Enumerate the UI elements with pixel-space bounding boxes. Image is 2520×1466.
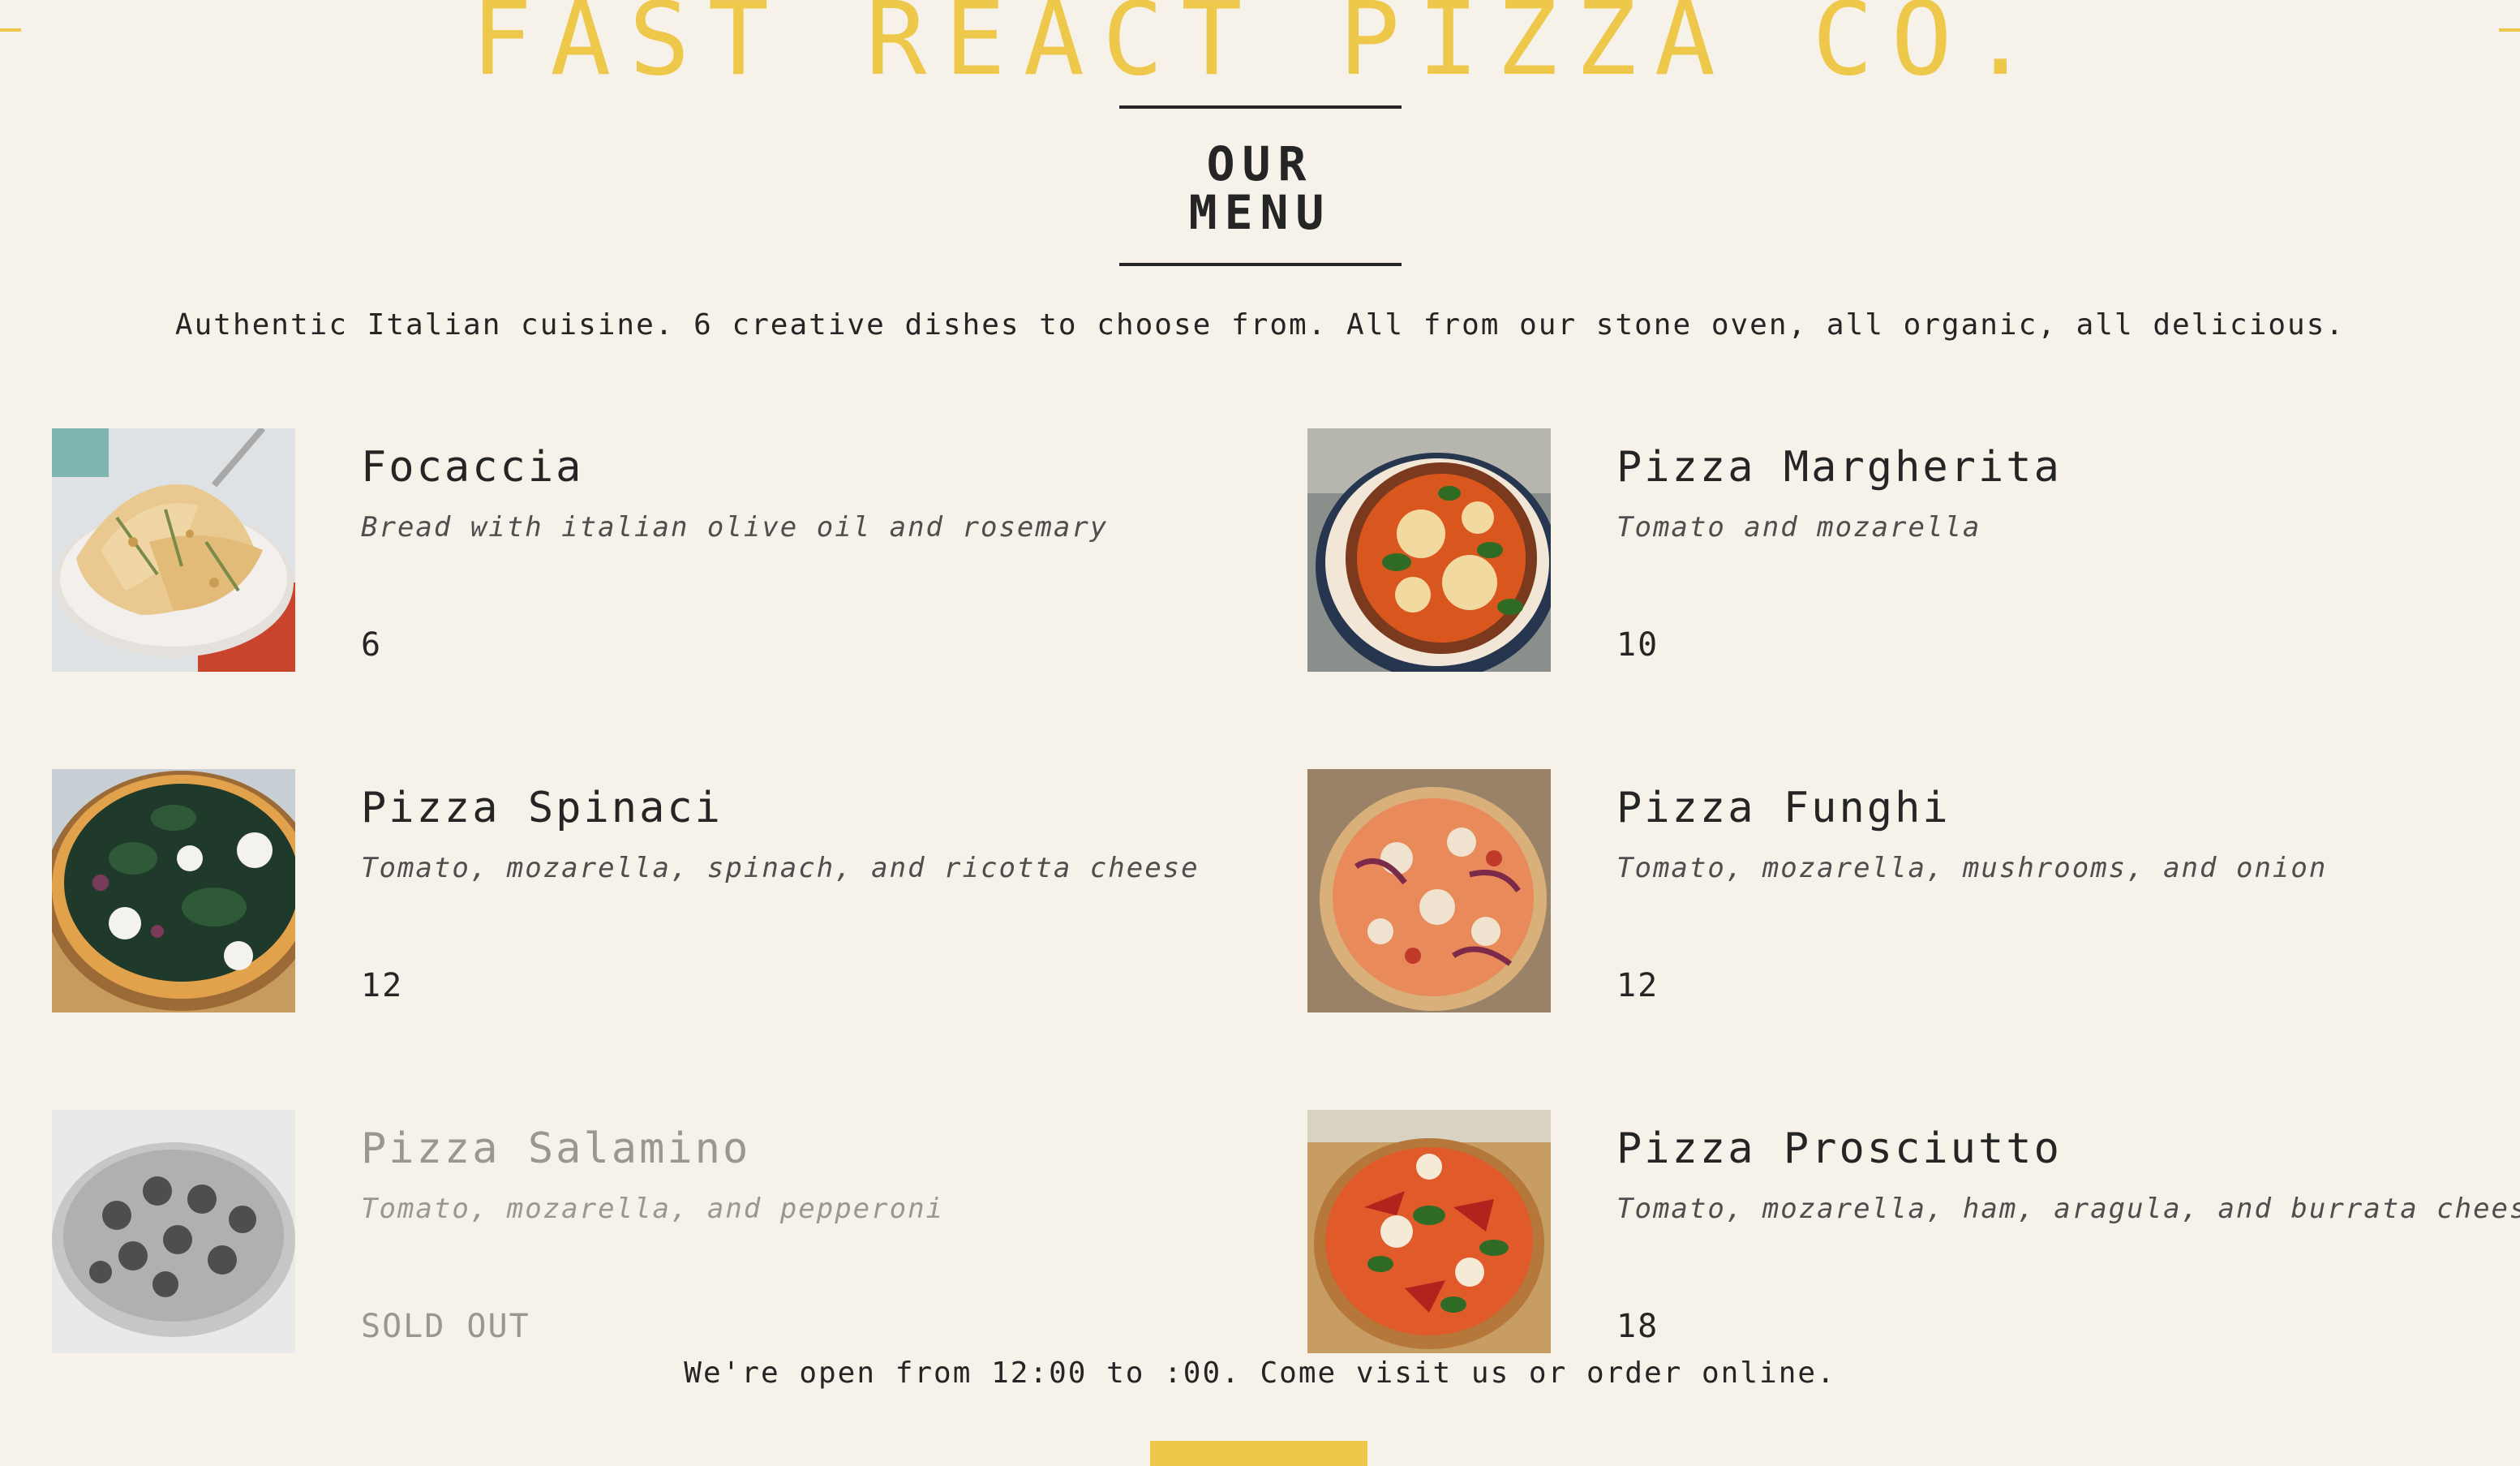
pizza-item: Focaccia Bread with italian olive oil an…	[52, 428, 1307, 673]
funghi-photo	[1307, 769, 1551, 1012]
pizza-ingredients: Tomato, mozarella, spinach, and ricotta …	[361, 852, 1200, 884]
pizza-name: Focaccia	[361, 443, 584, 492]
pizza-ingredients: Tomato, mozarella, mushrooms, and onion	[1616, 852, 2328, 884]
menu-title: OUR MENU	[1118, 105, 1402, 266]
opening-hours: We're open from 12:00 to :00. Come visit…	[684, 1356, 1836, 1390]
pizza-item: Pizza Prosciutto Tomato, mozarella, ham,…	[1307, 1110, 2520, 1355]
focaccia-photo	[52, 428, 295, 672]
pizza-item: Pizza Salamino Tomato, mozarella, and pe…	[52, 1110, 1307, 1355]
pizza-name: Pizza Prosciutto	[1616, 1124, 2062, 1173]
pizza-name: Pizza Funghi	[1616, 784, 1951, 832]
pizza-name: Pizza Spinaci	[361, 784, 723, 832]
order-button[interactable]	[1150, 1441, 1367, 1466]
margherita-photo	[1307, 428, 1551, 672]
pizza-name: Pizza Salamino	[361, 1124, 751, 1173]
pizza-price: 6	[361, 626, 383, 664]
sold-out-label: SOLD OUT	[361, 1308, 530, 1345]
pizza-ingredients: Tomato, mozarella, ham, aragula, and bur…	[1616, 1193, 2520, 1225]
pizza-price: 10	[1616, 626, 1659, 664]
pizza-price: 18	[1616, 1308, 1659, 1345]
spinaci-photo	[52, 769, 295, 1012]
pizza-name: Pizza Margherita	[1616, 443, 2062, 492]
pizza-item: Pizza Margherita Tomato and mozarella 10	[1307, 428, 2485, 673]
logo[interactable]: FAST REACT PIZZA CO.	[0, 0, 2520, 90]
pizza-item: Pizza Funghi Tomato, mozarella, mushroom…	[1307, 769, 2485, 1014]
pizza-item: Pizza Spinaci Tomato, mozarella, spinach…	[52, 769, 1307, 1014]
pizza-ingredients: Tomato, mozarella, and pepperoni	[361, 1193, 945, 1225]
pizza-ingredients: Bread with italian olive oil and rosemar…	[361, 511, 1109, 544]
menu-tagline: Authentic Italian cuisine. 6 creative di…	[174, 308, 2346, 342]
pizza-list: Focaccia Bread with italian olive oil an…	[52, 428, 2520, 1451]
pizza-price: 12	[1616, 967, 1659, 1004]
salamino-photo	[52, 1110, 295, 1353]
pizza-ingredients: Tomato and mozarella	[1616, 511, 1981, 544]
pizza-price: 12	[361, 967, 404, 1004]
prosciutto-photo	[1307, 1110, 1551, 1353]
